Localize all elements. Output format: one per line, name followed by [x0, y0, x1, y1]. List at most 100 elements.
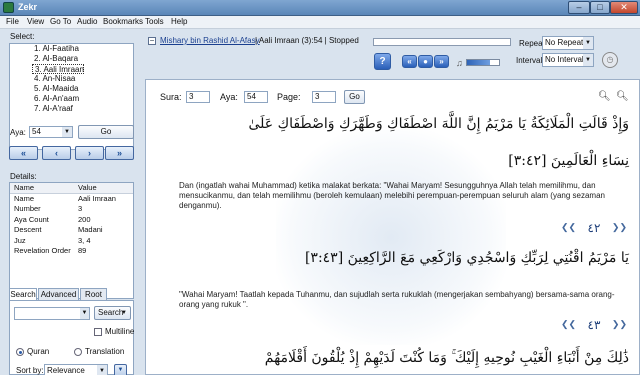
detail-value: Aali Imraan: [78, 193, 116, 203]
maximize-button[interactable]: □: [590, 1, 610, 14]
chevron-down-icon[interactable]: ▼: [583, 54, 593, 66]
repeat-select[interactable]: No Repeat ▼: [542, 36, 594, 50]
details-table: Name Value Name Aali Imraan Number 3 Aya C…: [9, 182, 134, 299]
chevron-down-icon: ▼: [121, 310, 127, 316]
zoom-out-icon[interactable]: 🔍︎: [598, 91, 611, 102]
detail-value: 89: [78, 246, 87, 255]
repeat-select-value: No Repeat: [545, 38, 584, 47]
menu-tools[interactable]: Tools: [145, 17, 164, 26]
detail-value: 200: [78, 214, 91, 224]
window-title: Zekr: [18, 2, 38, 12]
sura-input[interactable]: 3: [186, 91, 210, 103]
menu-audio[interactable]: Audio: [77, 17, 97, 26]
surah-list-item[interactable]: 5. Al-Maaida: [10, 84, 133, 94]
detail-name: Aya Count: [14, 214, 49, 224]
detail-value: 3, 4: [78, 235, 91, 245]
sort-order-button[interactable]: ▼: [114, 364, 127, 375]
verse-42-arabic-line2: نِسَاءِ الْعَالَمِينَ [٣:٤٢]: [508, 153, 629, 169]
table-row: Juz 3, 4: [10, 236, 133, 247]
surah-list-item[interactable]: 4. An-Nisaa: [10, 74, 133, 84]
calligraphy-watermark: [276, 130, 506, 345]
surah-list-item[interactable]: 2. Al-Baqara: [10, 54, 133, 64]
table-row: Revelation Order 89: [10, 246, 133, 257]
tab-advanced[interactable]: Advanced: [38, 288, 79, 300]
details-header-value: Value: [78, 183, 97, 192]
interval-select-value: No Interval: [545, 55, 584, 64]
detail-value: Madani: [78, 225, 103, 234]
page-input[interactable]: 3: [312, 91, 336, 103]
zoom-in-icon[interactable]: 🔍︎: [616, 91, 629, 102]
surah-list-item[interactable]: 7. Al-A'raaf: [10, 104, 133, 114]
search-pane: ▼ Search ▼ Multiline Quran Translation S…: [9, 300, 134, 375]
last-surah-button[interactable]: »: [105, 146, 134, 160]
multiline-checkbox[interactable]: [94, 328, 102, 336]
chevron-down-icon[interactable]: ▼: [97, 365, 107, 375]
fast-forward-icon[interactable]: »: [434, 55, 449, 68]
volume-icon: ♫: [456, 58, 463, 68]
minimize-button[interactable]: –: [568, 1, 590, 14]
table-row: Number 3: [10, 204, 133, 215]
close-button[interactable]: ✕: [610, 1, 638, 14]
menu-view[interactable]: View: [27, 17, 44, 26]
detail-name: Juz: [14, 235, 26, 245]
select-group-label: Select:: [10, 32, 35, 41]
rewind-icon[interactable]: «: [402, 55, 417, 68]
chevron-down-icon[interactable]: ▼: [80, 308, 89, 319]
menu-bar: File View Go To Audio Bookmarks Tools He…: [0, 16, 640, 29]
aya-label: Aya:: [10, 128, 26, 137]
tab-root[interactable]: Root: [80, 288, 107, 300]
detail-value: 3: [78, 204, 83, 213]
search-button[interactable]: Search ▼: [94, 306, 131, 320]
play-help-button[interactable]: ?: [374, 53, 391, 70]
collapse-player-button[interactable]: −: [148, 37, 156, 45]
aya-input[interactable]: 54: [244, 91, 268, 103]
chevron-down-icon[interactable]: ▼: [583, 37, 593, 49]
details-group-label: Details:: [10, 172, 37, 181]
interval-select[interactable]: No Interval ▼: [542, 53, 594, 67]
zekr-app-icon: [3, 2, 14, 13]
surah-list-item[interactable]: 1. Al-Faatiha: [10, 44, 133, 54]
search-button-label: Search: [98, 308, 124, 317]
menu-file[interactable]: File: [6, 17, 19, 26]
chevron-down-icon[interactable]: ▼: [62, 127, 72, 137]
title-bar: Zekr – □ ✕: [0, 0, 640, 16]
first-surah-button[interactable]: «: [9, 146, 38, 160]
sort-by-label: Sort by:: [16, 366, 44, 375]
page-label: Page:: [277, 92, 301, 102]
translation-radio[interactable]: [74, 348, 82, 356]
menu-bookmarks[interactable]: Bookmarks: [103, 17, 143, 26]
aya-select-value: 54: [32, 127, 41, 136]
stop-icon[interactable]: ●: [418, 55, 433, 68]
aya-select[interactable]: 54 ▼: [29, 126, 73, 138]
reader-go-button[interactable]: Go: [344, 90, 365, 104]
search-input[interactable]: ▼: [14, 307, 90, 320]
aya-number-marker: ٤٢: [561, 219, 627, 237]
sura-label: Sura:: [160, 92, 182, 102]
quran-radio-label: Quran: [27, 347, 50, 356]
aya-label: Aya:: [220, 92, 238, 102]
previous-button[interactable]: ‹: [42, 146, 71, 160]
sort-by-select[interactable]: Relevance ▼: [44, 364, 108, 375]
menu-help[interactable]: Help: [171, 17, 187, 26]
clock-icon[interactable]: ◷: [602, 52, 618, 68]
detail-name: Name: [14, 193, 35, 203]
surah-list-item-selected[interactable]: 3. Aali Imraan: [32, 64, 84, 74]
verse-42-arabic-line1: وَإِذْ قَالَتِ الْمَلَائِكَةُ يَا مَرْيَ…: [248, 116, 630, 132]
verse-44-arabic-partial: ذَٰلِكَ مِنْ أَنْبَاءِ الْغَيْبِ نُوحِيه…: [264, 350, 629, 366]
reciter-link[interactable]: Mishary bin Rashid Al-Afasy: [160, 36, 260, 45]
next-button[interactable]: ›: [75, 146, 104, 160]
detail-name: Number: [14, 204, 41, 213]
translation-radio-label: Translation: [85, 347, 125, 356]
quran-reader: Sura: 3 Aya: 54 Page: 3 Go 🔍︎ 🔍︎ وَإِذْ …: [145, 79, 640, 375]
quran-radio[interactable]: [16, 348, 24, 356]
verse-43-translation: "Wahai Maryam! Taatlah kepada Tuhanmu, d…: [179, 290, 615, 309]
playback-progress-bar[interactable]: [373, 38, 511, 46]
table-row: Name Aali Imraan: [10, 194, 133, 205]
left-panel: Select: 1. Al-Faatiha 2. Al-Baqara 3. Aa…: [4, 31, 138, 375]
multiline-label: Multiline: [105, 327, 135, 336]
surah-list-item[interactable]: 6. Al-An'aam: [10, 94, 133, 104]
menu-goto[interactable]: Go To: [50, 17, 71, 26]
volume-slider[interactable]: [466, 59, 500, 66]
go-button[interactable]: Go: [78, 125, 134, 139]
detail-name: Revelation Order: [14, 246, 71, 255]
